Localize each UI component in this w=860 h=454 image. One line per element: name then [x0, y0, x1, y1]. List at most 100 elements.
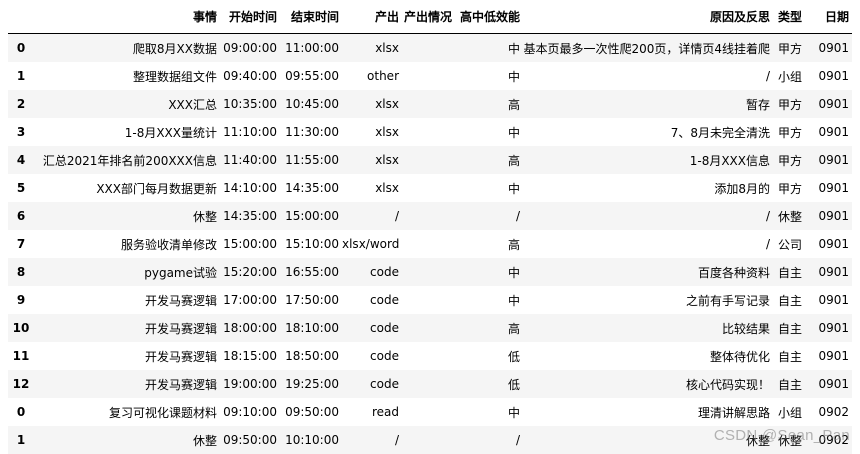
- table-cell: 高: [507, 153, 520, 168]
- table-cell: 甲方: [777, 153, 802, 168]
- table-cell: [402, 118, 455, 146]
- table-cell: 休整: [777, 433, 802, 448]
- table-cell: 0901: [818, 293, 849, 307]
- table-cell: [402, 146, 455, 174]
- table-cell: 7、8月未完全清洗: [670, 125, 770, 140]
- table-row: 8 pygame试验 15:20:00 16:55:00 code 中 百度各种资料 自主 09…: [8, 258, 852, 286]
- table-cell: 0901: [818, 209, 849, 223]
- table-cell: other: [367, 69, 399, 83]
- table-cell: 小组: [777, 69, 802, 84]
- table-cell: 0901: [818, 41, 849, 55]
- table-cell: [402, 34, 455, 63]
- table-cell: xlsx: [375, 41, 399, 55]
- table-cell: 15:10:00: [285, 237, 339, 251]
- row-index: 3: [16, 125, 26, 139]
- table-cell: /: [394, 433, 399, 447]
- table-cell: pygame试验: [144, 265, 217, 280]
- table-body: 0 爬取8月XX数据 09:00:00 11:00:00 xlsx 中基本页最多一次性爬2…: [8, 33, 852, 454]
- row-index: 10: [12, 321, 30, 335]
- table-cell: 休整: [192, 209, 217, 224]
- row-index: 4: [16, 153, 26, 167]
- table-cell: [402, 202, 455, 230]
- table-cell: [402, 426, 455, 454]
- table-cell: 0902: [818, 405, 849, 419]
- table-cell: 0901: [818, 97, 849, 111]
- table-cell: 高: [507, 321, 520, 336]
- table-cell: xlsx: [375, 97, 399, 111]
- table-cell: [402, 398, 455, 426]
- table-cell: 11:30:00: [285, 125, 339, 139]
- row-index: 7: [16, 237, 26, 251]
- table-cell: 18:15:00: [223, 349, 277, 363]
- table-cell: 理清讲解思路: [697, 405, 770, 420]
- column-header: 事情: [38, 0, 220, 34]
- table-cell: 自主: [777, 321, 802, 336]
- dataframe-frame: 事情 开始时间 结束时间 产出 产出情况 高中低效能 原因及反思 类型 日期 0 爬取8月XX数据…: [8, 0, 852, 454]
- table-cell: 高: [507, 97, 520, 112]
- row-index: 0: [16, 405, 26, 419]
- table-cell: 中: [507, 69, 520, 84]
- table-cell: 甲方: [777, 41, 802, 56]
- table-cell: 10:35:00: [223, 97, 277, 111]
- table-cell: 休整: [745, 433, 770, 448]
- row-index: 8: [16, 265, 26, 279]
- table-cell: /: [765, 237, 770, 251]
- table-cell: /: [515, 433, 520, 447]
- table-cell: 低: [507, 349, 520, 364]
- table-cell: 甲方: [777, 97, 802, 112]
- table-cell: 14:10:00: [223, 181, 277, 195]
- table-cell: 0901: [818, 377, 849, 391]
- column-header: 日期: [805, 0, 852, 34]
- table-cell: 11:10:00: [223, 125, 277, 139]
- column-header: 类型: [773, 0, 805, 34]
- row-index: 5: [16, 181, 26, 195]
- table-cell: 百度各种资料: [697, 265, 770, 280]
- table-row: 0 复习可视化课题材料 09:10:00 09:50:00 read 中 理清讲解思路 小组 0…: [8, 398, 852, 426]
- table-cell: xlsx: [375, 181, 399, 195]
- table-cell: [402, 258, 455, 286]
- table-cell: 0901: [818, 181, 849, 195]
- table-cell: 0901: [818, 69, 849, 83]
- table-cell: 11:00:00: [285, 41, 339, 55]
- table-cell: 14:35:00: [223, 209, 277, 223]
- table-cell: 16:55:00: [285, 265, 339, 279]
- table-cell: 核心代码实现！: [685, 377, 770, 392]
- table-row: 0 爬取8月XX数据 09:00:00 11:00:00 xlsx 中基本页最多一次性爬2…: [8, 33, 852, 63]
- table-cell: 10:10:00: [285, 433, 339, 447]
- table-cell: 0901: [818, 321, 849, 335]
- table-cell: 中: [507, 125, 520, 140]
- table-cell: 中: [507, 181, 520, 196]
- table-cell: 自主: [777, 293, 802, 308]
- table-cell: 中: [507, 293, 520, 308]
- table-cell: 09:50:00: [223, 433, 277, 447]
- table-cell: 09:55:00: [285, 69, 339, 83]
- table-cell: 之前有手写记录: [685, 293, 770, 308]
- table-cell: 甲方: [777, 125, 802, 140]
- table-cell: code: [370, 265, 399, 279]
- table-cell: 15:00:00: [223, 237, 277, 251]
- table-cell: 整体待优化: [709, 349, 770, 364]
- table-cell: 0901: [818, 153, 849, 167]
- column-header: 产出: [342, 0, 402, 34]
- table-cell: 中: [507, 41, 520, 56]
- table-cell: 0901: [818, 349, 849, 363]
- table-cell: 休整: [777, 209, 802, 224]
- table-cell: [402, 342, 455, 370]
- table-cell: 09:00:00: [223, 41, 277, 55]
- table-cell: 甲方: [777, 181, 802, 196]
- table-cell: 开发马赛逻辑: [144, 293, 217, 308]
- table-cell: 14:35:00: [285, 181, 339, 195]
- table-cell: 基本页最多一次性爬200页，详情页4线挂着爬: [523, 41, 770, 56]
- table-cell: 18:00:00: [223, 321, 277, 335]
- row-index: 11: [12, 349, 30, 363]
- table-cell: 公司: [777, 237, 802, 252]
- table-cell: 整理数据组文件: [132, 69, 217, 84]
- table-cell: 15:00:00: [285, 209, 339, 223]
- table-row: 2 XXX汇总 10:35:00 10:45:00 xlsx 高 暂存 甲方 0901: [8, 90, 852, 118]
- column-header: 开始时间: [220, 0, 280, 34]
- table-cell: 低: [507, 377, 520, 392]
- table-cell: 添加8月的: [714, 181, 770, 196]
- table-row: 6 休整 14:35:00 15:00:00 / / / 休整 0901: [8, 202, 852, 230]
- table-cell: 1-8月XXX量统计: [124, 125, 217, 140]
- table-row: 10 开发马赛逻辑 18:00:00 18:10:00 code 高 比较结果 自主 0901: [8, 314, 852, 342]
